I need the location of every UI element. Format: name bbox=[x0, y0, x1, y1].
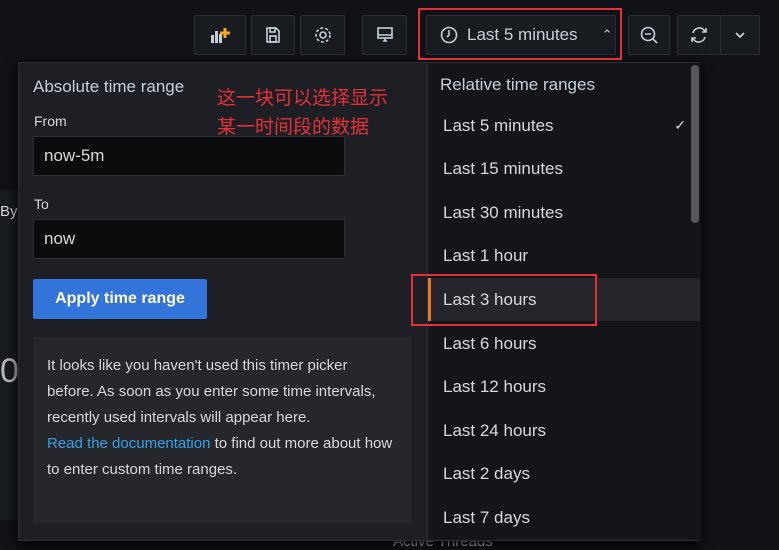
annotation-box-time-picker bbox=[418, 8, 622, 60]
relative-range-label: Last 2 days bbox=[443, 464, 530, 484]
relative-range-item[interactable]: Last 1 hour bbox=[428, 235, 700, 278]
stat-fragment: 0 bbox=[0, 352, 19, 390]
refresh-button[interactable] bbox=[677, 15, 721, 55]
info-box: It looks like you haven't used this time… bbox=[33, 337, 411, 523]
save-icon bbox=[266, 27, 280, 43]
annotation-line: 某一时间段的数据 bbox=[217, 116, 370, 138]
relative-time-ranges-title: Relative time ranges bbox=[440, 75, 595, 94]
relative-range-item[interactable]: Last 15 minutes bbox=[428, 148, 700, 191]
from-label: From bbox=[34, 113, 67, 129]
relative-range-label: Last 12 hours bbox=[443, 377, 547, 397]
relative-range-label: Last 7 days bbox=[443, 507, 530, 527]
annotation-text: 这一块可以选择显示 某一时间段的数据 bbox=[217, 84, 388, 142]
to-input[interactable]: now bbox=[33, 219, 345, 259]
zoom-out-icon bbox=[640, 26, 658, 44]
relative-range-label: Last 6 hours bbox=[443, 333, 537, 353]
refresh-icon bbox=[691, 27, 707, 43]
absolute-time-range-title: Absolute time range bbox=[33, 77, 185, 96]
settings-button[interactable] bbox=[300, 15, 345, 55]
relative-range-label: Last 24 hours bbox=[443, 420, 547, 440]
check-icon: ✓ bbox=[674, 117, 686, 133]
relative-range-item[interactable]: Last 6 hours bbox=[428, 322, 700, 365]
add-panel-button[interactable] bbox=[194, 15, 246, 55]
relative-range-label: Last 15 minutes bbox=[443, 159, 564, 179]
annotation-line: 这一块可以选择显示 bbox=[217, 87, 389, 109]
refresh-interval-dropdown[interactable] bbox=[720, 15, 760, 55]
relative-range-item[interactable]: Last 5 minutes ✓ bbox=[428, 104, 700, 147]
relative-range-item[interactable]: Last 12 hours bbox=[428, 366, 700, 409]
annotation-box-last-3-hours bbox=[411, 274, 597, 326]
zoom-out-button[interactable] bbox=[628, 15, 670, 55]
save-dashboard-button[interactable] bbox=[251, 15, 295, 55]
cycle-view-mode-button[interactable] bbox=[362, 15, 407, 55]
documentation-link[interactable]: Read the documentation bbox=[47, 435, 210, 452]
chevron-down-icon bbox=[735, 32, 745, 39]
panel-title-fragment: By bbox=[0, 203, 18, 220]
gear-icon bbox=[314, 27, 331, 43]
from-input[interactable]: now-5m bbox=[33, 136, 345, 176]
to-label: To bbox=[34, 196, 49, 212]
relative-range-item[interactable]: Last 30 minutes bbox=[428, 191, 700, 234]
add-panel-icon bbox=[211, 28, 230, 43]
relative-range-item[interactable]: Last 7 days bbox=[428, 496, 700, 539]
info-text: It looks like you haven't used this time… bbox=[47, 357, 376, 426]
relative-range-label: Last 30 minutes bbox=[443, 202, 564, 222]
relative-range-item[interactable]: Last 2 days bbox=[428, 453, 700, 496]
apply-time-range-button[interactable]: Apply time range bbox=[33, 279, 207, 319]
relative-range-label: Last 5 minutes bbox=[443, 115, 554, 135]
tv-icon bbox=[376, 27, 393, 42]
scrollbar[interactable] bbox=[691, 65, 699, 223]
relative-range-item[interactable]: Last 24 hours bbox=[428, 409, 700, 452]
relative-range-label: Last 1 hour bbox=[443, 246, 529, 266]
